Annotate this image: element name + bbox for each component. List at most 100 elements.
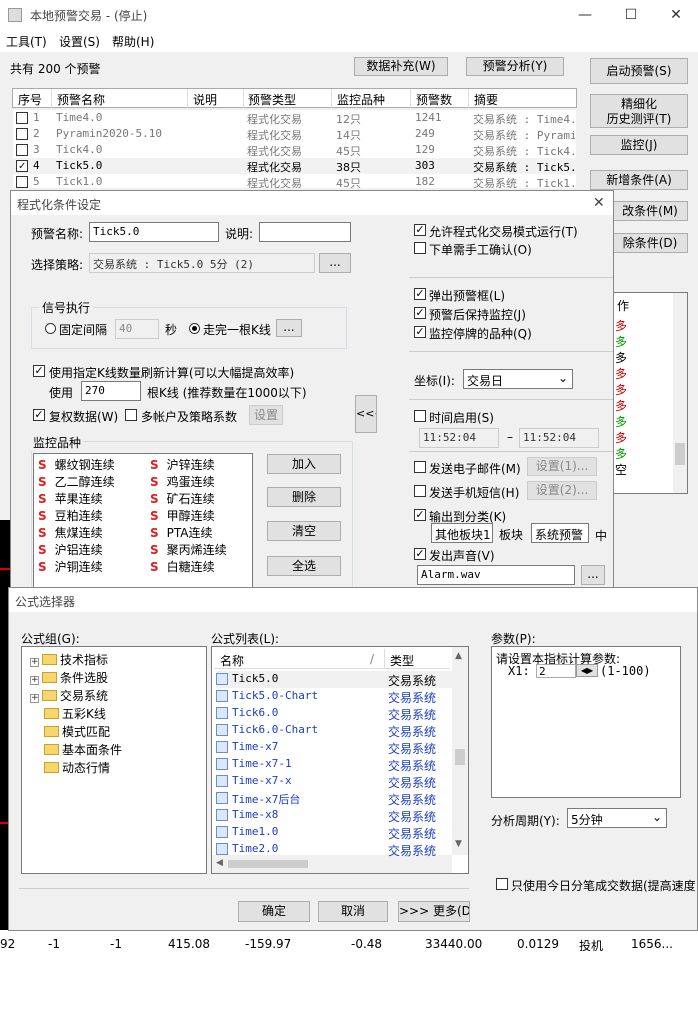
- modify-condition-button[interactable]: 改条件(M): [612, 201, 688, 221]
- time-enable-checkbox[interactable]: [414, 410, 426, 422]
- delete-condition-button[interactable]: 除条件(D): [612, 233, 688, 253]
- strategy-input[interactable]: 交易系统 : Tick5.0 5分 (2): [89, 253, 315, 273]
- formula-list[interactable]: 名称 / 类型 ▲ ▼ ◀ Tick5.0 交易系统 Tick5.0-Chart 交易…: [211, 646, 469, 874]
- desc-input[interactable]: [259, 222, 351, 242]
- col-formula-name[interactable]: 名称: [220, 652, 244, 669]
- popup-alert-checkbox[interactable]: ✓: [414, 288, 426, 300]
- remove-variety-button[interactable]: 删除: [267, 487, 341, 507]
- tree-item-pattern[interactable]: 模式匹配: [44, 723, 110, 740]
- period-select[interactable]: 5分钟 ⌄: [567, 808, 667, 828]
- param-spinner[interactable]: ◀▶: [576, 664, 598, 677]
- formula-list-scrollbar[interactable]: ▲ ▼: [452, 647, 468, 855]
- manual-confirm-checkbox[interactable]: [414, 242, 426, 254]
- tree-item-dynamic[interactable]: 动态行情: [44, 759, 110, 776]
- list-item[interactable]: S 豆粕连续: [38, 507, 103, 524]
- list-item[interactable]: Time-x7后台 交易系统: [216, 790, 452, 807]
- table-row[interactable]: 3 Tick4.0 程式化交易 45只 129 交易系统 : Tick4.: [13, 142, 576, 158]
- alert-analysis-button[interactable]: 预警分析(Y): [466, 57, 564, 76]
- close-button[interactable]: ✕: [661, 3, 691, 27]
- row-checkbox[interactable]: [16, 112, 28, 124]
- list-item[interactable]: Tick6.0-Chart 交易系统: [216, 722, 452, 739]
- keep-monitor-checkbox[interactable]: ✓: [414, 307, 426, 319]
- time-start-input[interactable]: 11:52:04: [419, 428, 499, 448]
- menu-settings[interactable]: 设置(S): [59, 33, 100, 50]
- row-checkbox[interactable]: [16, 128, 28, 140]
- expand-icon[interactable]: +: [30, 658, 39, 667]
- col-type[interactable]: 预警类型: [248, 91, 296, 108]
- tree-item-technical[interactable]: + 技术指标: [30, 651, 108, 668]
- allow-auto-trade-checkbox[interactable]: ✓: [414, 224, 426, 236]
- multi-account-settings-button[interactable]: 设置: [249, 405, 283, 425]
- clear-variety-button[interactable]: 清空: [267, 521, 341, 541]
- tree-item-colored-kline[interactable]: 五彩K线: [44, 705, 106, 722]
- more-button[interactable]: >>> 更多(D): [398, 901, 470, 922]
- list-item[interactable]: S 乙二醇连续: [38, 473, 115, 490]
- list-item[interactable]: Time-x7-x 交易系统: [216, 773, 452, 790]
- sms-settings-button[interactable]: 设置(2)...: [527, 481, 597, 500]
- table-row[interactable]: 5 Tick1.0 程式化交易 45只 182 交易系统 : Tick1.: [13, 174, 576, 188]
- add-condition-button[interactable]: 新增条件(A): [590, 170, 688, 190]
- add-variety-button[interactable]: 加入: [267, 454, 341, 474]
- monitor-button[interactable]: 监控(J): [590, 135, 688, 155]
- other-sector-field[interactable]: 其他板块1: [431, 523, 493, 543]
- table-row[interactable]: 2 Pyramin2020-5.10 程式化交易 14只 249 交易系统 : …: [13, 126, 576, 142]
- interval-input[interactable]: 40: [115, 319, 159, 339]
- list-item[interactable]: S 沪锌连续: [150, 456, 215, 473]
- start-alert-button[interactable]: 启动预警(S): [590, 58, 688, 84]
- tree-item-fundamental[interactable]: 基本面条件: [44, 741, 122, 758]
- fixed-interval-radio[interactable]: [45, 323, 56, 334]
- sound-file-input[interactable]: Alarm.wav: [417, 565, 575, 585]
- formula-group-tree[interactable]: + 技术指标 + 条件选股 + 交易系统 五彩K线 模式匹配 基本面条件 动态行情: [21, 646, 207, 874]
- multi-account-checkbox[interactable]: [125, 409, 137, 421]
- email-settings-button[interactable]: 设置(1)...: [527, 457, 597, 476]
- col-summary[interactable]: 摘要: [474, 91, 498, 108]
- list-item[interactable]: S 白糖连续: [150, 558, 215, 575]
- use-today-tick-checkbox[interactable]: [496, 878, 508, 890]
- send-sms-checkbox[interactable]: [414, 485, 426, 497]
- row-checkbox[interactable]: [16, 176, 28, 188]
- bar-complete-radio[interactable]: [189, 323, 200, 334]
- col-formula-type[interactable]: 类型: [390, 652, 414, 669]
- collapse-button[interactable]: <<<: [355, 395, 377, 433]
- monitor-list[interactable]: S 螺纹钢连续 S 沪锌连续 S 乙二醇连续 S 鸡蛋连续 S 苹果连续 S 矿石连续 S豆…: [33, 453, 253, 589]
- list-item[interactable]: S 焦煤连续: [38, 524, 103, 541]
- send-email-checkbox[interactable]: [414, 461, 426, 473]
- maximize-button[interactable]: ☐: [616, 3, 646, 27]
- table-row[interactable]: 1 Time4.0 程式化交易 12只 1241 交易系统 : Time4.: [13, 110, 576, 126]
- output-category-checkbox[interactable]: ✓: [414, 509, 426, 521]
- col-index[interactable]: 序号: [18, 91, 42, 108]
- col-name[interactable]: 预警名称: [57, 91, 105, 108]
- row-checkbox[interactable]: [16, 144, 28, 156]
- list-item[interactable]: S 螺纹钢连续: [38, 456, 115, 473]
- list-item[interactable]: S 矿石连续: [150, 490, 215, 507]
- param-value-input[interactable]: 2: [536, 664, 576, 678]
- tree-item-trading-system[interactable]: + 交易系统: [30, 687, 108, 704]
- list-item[interactable]: Time2.0 交易系统: [216, 841, 452, 858]
- expand-icon[interactable]: +: [30, 676, 39, 685]
- minimize-button[interactable]: —: [570, 3, 600, 27]
- expand-icon[interactable]: +: [30, 694, 39, 703]
- list-item[interactable]: Tick6.0 交易系统: [216, 705, 452, 722]
- ok-button[interactable]: 确定: [238, 901, 310, 922]
- menu-help[interactable]: 帮助(H): [112, 33, 154, 50]
- kline-count-input[interactable]: 270: [81, 381, 141, 401]
- list-item[interactable]: S PTA连续: [150, 524, 213, 541]
- data-fill-button[interactable]: 数据补充(W): [354, 57, 448, 76]
- alert-name-input[interactable]: Tick5.0: [89, 222, 219, 242]
- list-item[interactable]: S 苹果连续: [38, 490, 103, 507]
- condition-close-button[interactable]: ✕: [593, 195, 605, 211]
- list-item[interactable]: S 沪铝连续: [38, 541, 103, 558]
- list-item[interactable]: S 甲醇连续: [150, 507, 215, 524]
- list-item[interactable]: Time1.0 交易系统: [216, 824, 452, 841]
- menu-tools[interactable]: 工具(T): [6, 33, 47, 50]
- refine-backtest-button[interactable]: 精细化 历史测评(T): [590, 94, 688, 128]
- table-row-selected[interactable]: ✓ 4 Tick5.0 程式化交易 38只 303 交易系统 : Tick5.: [13, 158, 576, 174]
- list-item[interactable]: S 鸡蛋连续: [150, 473, 215, 490]
- adjust-data-checkbox[interactable]: ✓: [33, 409, 45, 421]
- tree-item-selection[interactable]: + 条件选股: [30, 669, 108, 686]
- list-item[interactable]: Time-x7 交易系统: [216, 739, 452, 756]
- strategy-browse-button[interactable]: ...: [319, 253, 351, 273]
- row-checkbox-checked[interactable]: ✓: [16, 160, 28, 172]
- sound-browse-button[interactable]: ...: [581, 565, 605, 585]
- time-end-input[interactable]: 11:52:04: [519, 428, 599, 448]
